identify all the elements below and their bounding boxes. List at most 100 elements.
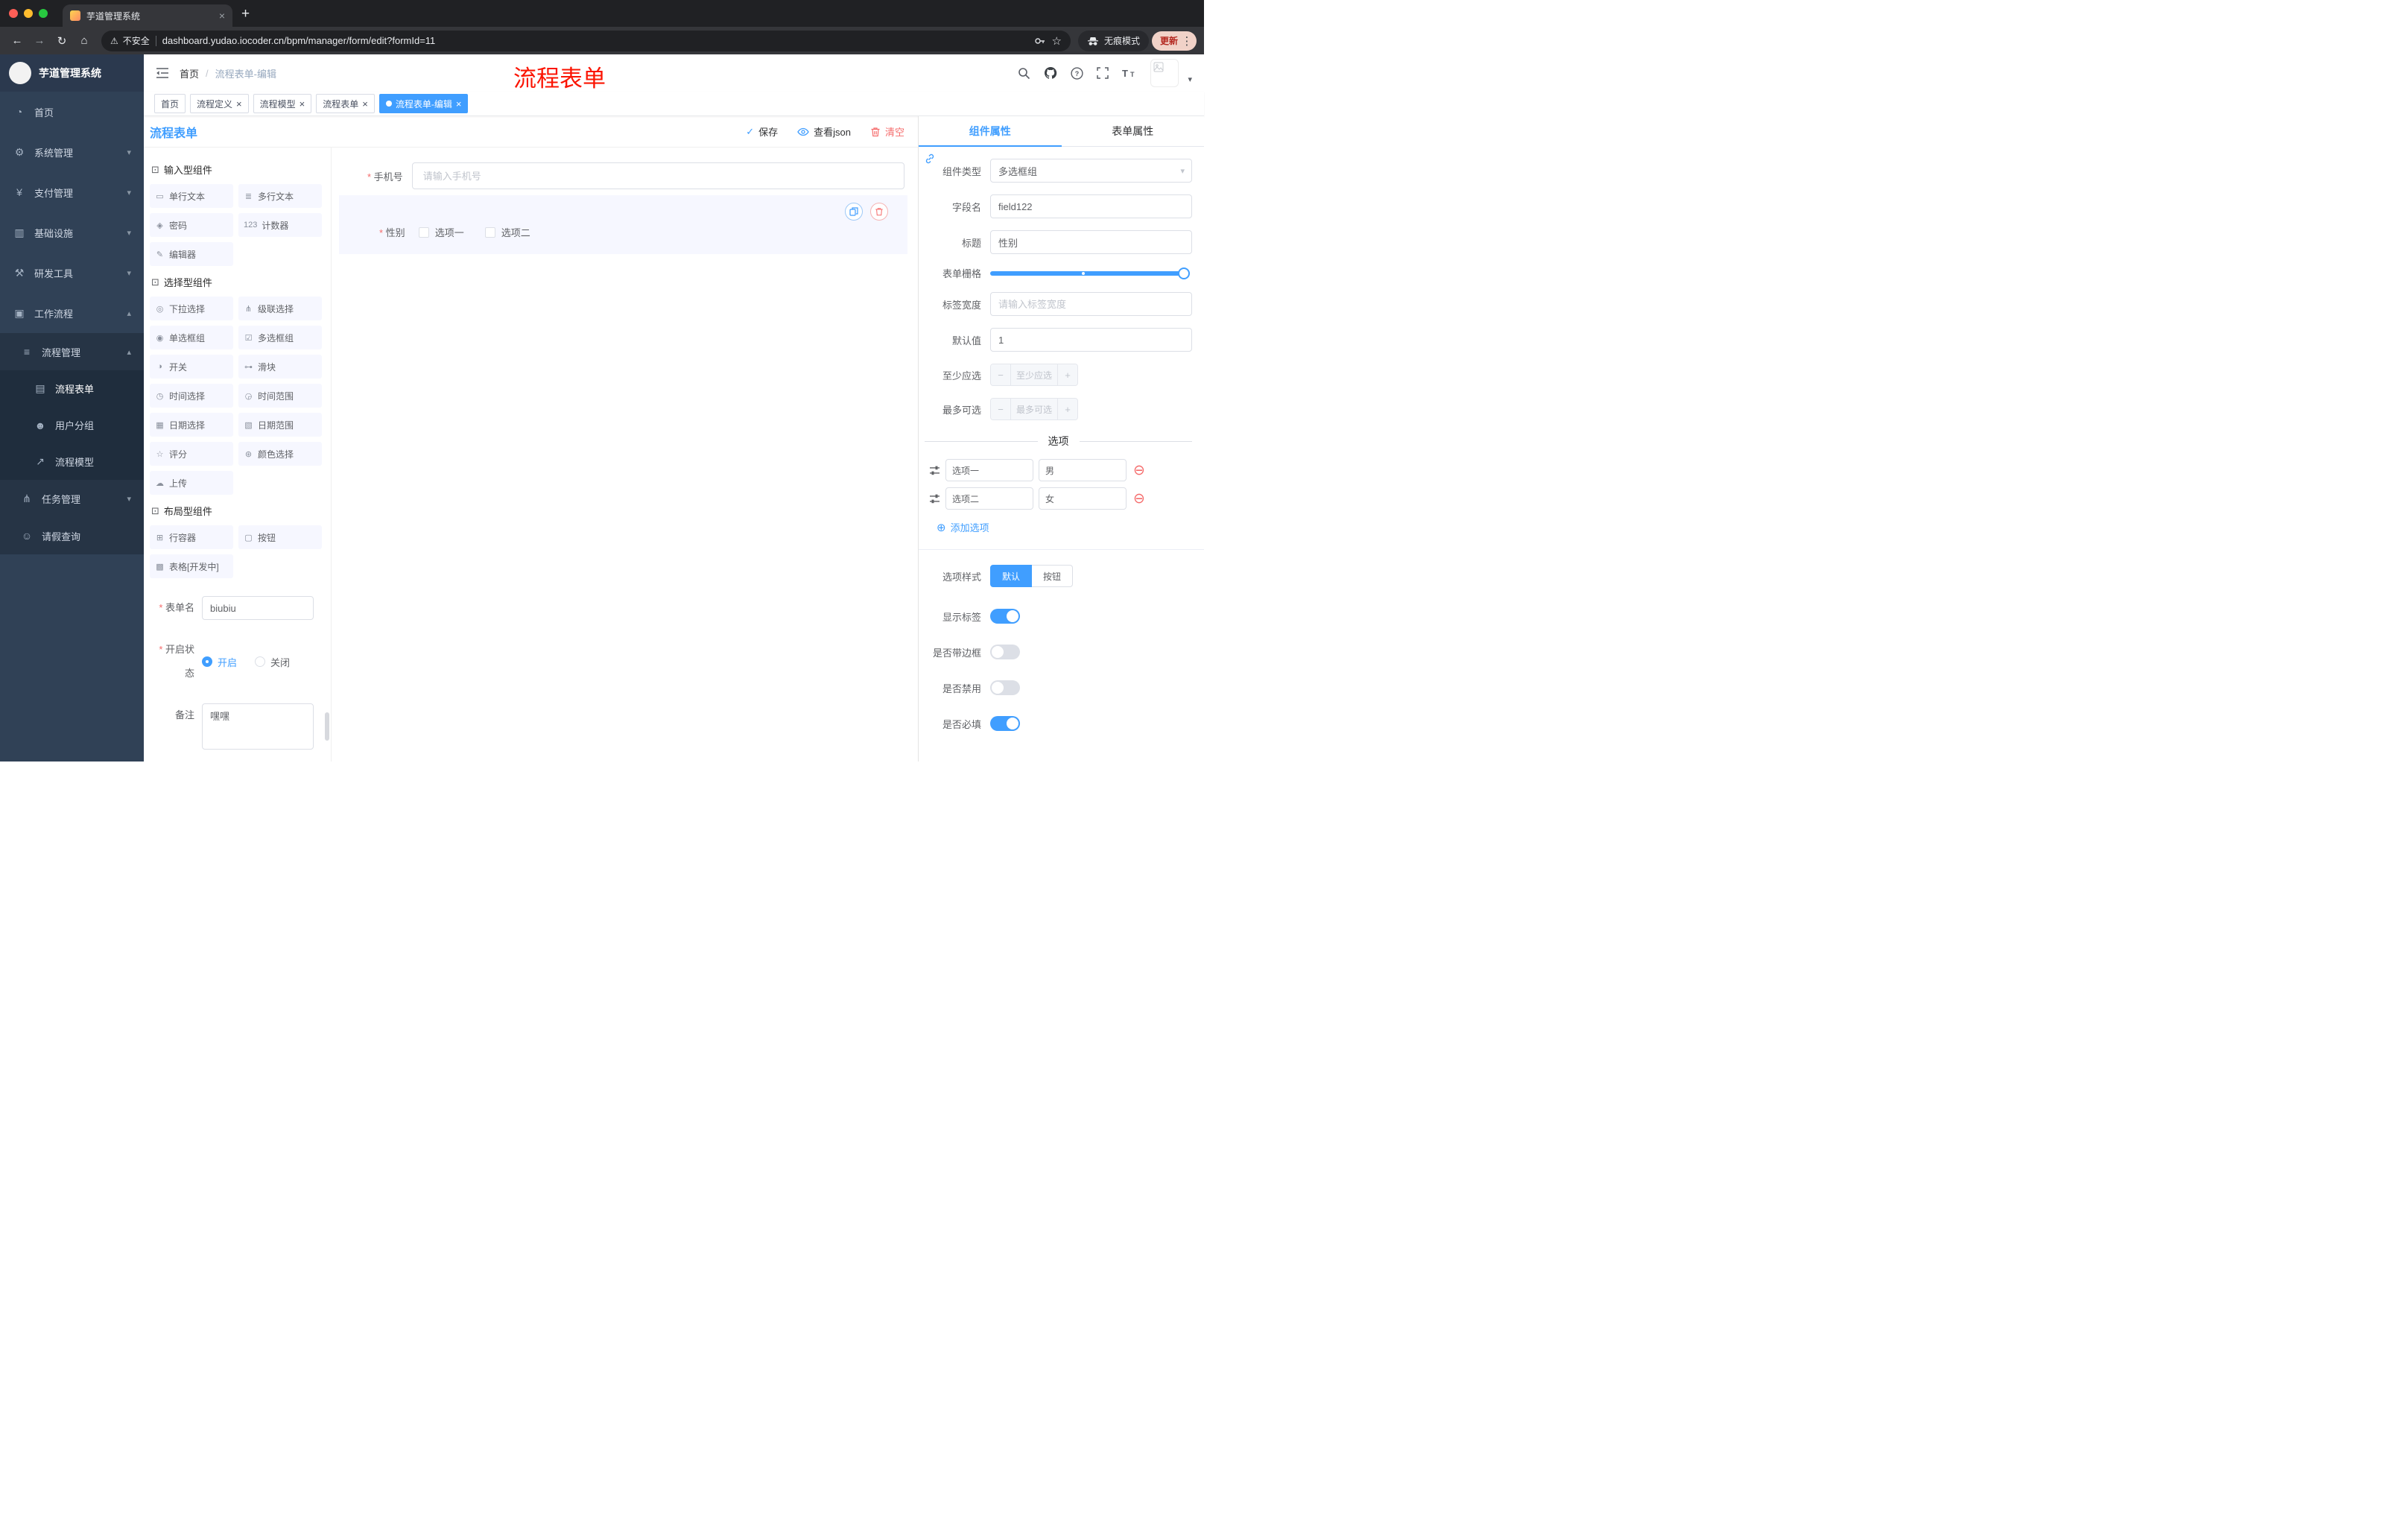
- remove-option-icon[interactable]: ⊖: [1133, 463, 1145, 478]
- save-button[interactable]: ✓ 保存: [746, 124, 778, 139]
- add-option-button[interactable]: ⊕ 添加选项: [937, 520, 1192, 534]
- sidebar-item-payment[interactable]: ¥ 支付管理 ▾: [0, 172, 144, 212]
- default-value-input[interactable]: [990, 328, 1192, 352]
- sidebar-item-infrastructure[interactable]: ▥ 基础设施 ▾: [0, 212, 144, 253]
- show-label-toggle[interactable]: [990, 609, 1020, 624]
- sidebar-item-process-management[interactable]: ≡ 流程管理 ▴: [0, 333, 144, 370]
- window-minimize-button[interactable]: [24, 9, 33, 18]
- reload-button[interactable]: ↻: [52, 31, 72, 51]
- remark-textarea[interactable]: 嘿嘿: [202, 703, 314, 750]
- tag-process-definition[interactable]: 流程定义 ×: [190, 94, 249, 113]
- tag-process-form-edit[interactable]: 流程表单-编辑 ×: [378, 94, 469, 113]
- title-input[interactable]: [990, 230, 1192, 254]
- tab-form-props[interactable]: 表单属性: [1062, 116, 1205, 146]
- drag-handle-icon[interactable]: [929, 465, 940, 476]
- close-icon[interactable]: ×: [456, 98, 462, 110]
- sidebar-item-process-model[interactable]: ↗ 流程模型: [0, 443, 144, 480]
- status-radio-on[interactable]: 开启: [202, 655, 237, 669]
- delete-component-button[interactable]: [870, 203, 888, 221]
- window-close-button[interactable]: [9, 9, 18, 18]
- sidebar-item-devtools[interactable]: ⚒ 研发工具 ▾: [0, 253, 144, 293]
- browser-menu-icon[interactable]: ⋮: [1181, 34, 1193, 48]
- browser-tab[interactable]: 芋道管理系统 ×: [63, 4, 232, 27]
- palette-scrollbar[interactable]: [325, 712, 329, 741]
- new-tab-button[interactable]: +: [241, 6, 250, 22]
- style-button-button[interactable]: 按钮: [1032, 565, 1074, 587]
- palette-item-editor[interactable]: ✎ 编辑器: [150, 242, 233, 266]
- address-bar[interactable]: ⚠ 不安全 dashboard.yudao.iocoder.cn/bpm/man…: [101, 30, 1071, 51]
- gender-option1-checkbox[interactable]: 选项一: [418, 225, 464, 239]
- component-type-select[interactable]: 多选框组 ▾: [990, 159, 1192, 183]
- required-toggle[interactable]: [990, 716, 1020, 731]
- tag-home[interactable]: 首页: [154, 94, 186, 113]
- sidebar-item-system[interactable]: ⚙ 系统管理 ▾: [0, 132, 144, 172]
- home-button[interactable]: ⌂: [75, 31, 94, 51]
- fullscreen-icon[interactable]: [1097, 67, 1109, 79]
- palette-item-color-picker[interactable]: ⊛ 颜色选择: [238, 442, 322, 466]
- clear-button[interactable]: 清空: [870, 124, 904, 139]
- label-width-input[interactable]: [990, 292, 1192, 316]
- palette-item-row-container[interactable]: ⊞ 行容器: [150, 525, 233, 549]
- avatar[interactable]: [1150, 59, 1179, 87]
- slider-handle[interactable]: [1178, 267, 1190, 279]
- option-value-input[interactable]: [1039, 487, 1127, 510]
- palette-item-password[interactable]: ◈ 密码: [150, 213, 233, 237]
- palette-item-checkbox-group[interactable]: ☑ 多选框组: [238, 326, 322, 349]
- palette-item-time-range[interactable]: ◶ 时间范围: [238, 384, 322, 408]
- palette-item-time-picker[interactable]: ◷ 时间选择: [150, 384, 233, 408]
- breadcrumb-home[interactable]: 首页: [180, 66, 199, 80]
- close-icon[interactable]: ×: [362, 98, 368, 110]
- gender-option2-checkbox[interactable]: 选项二: [484, 225, 530, 239]
- status-radio-off[interactable]: 关闭: [255, 655, 290, 669]
- sidebar-item-home[interactable]: ◔ 首页: [0, 92, 144, 132]
- password-key-icon[interactable]: [1033, 34, 1046, 48]
- sidebar-collapse-button[interactable]: [156, 67, 169, 79]
- palette-item-radio-group[interactable]: ◉ 单选框组: [150, 326, 233, 349]
- sidebar-item-leave-query[interactable]: ☺ 请假查询: [0, 517, 144, 554]
- forward-button[interactable]: →: [30, 31, 49, 51]
- palette-item-upload[interactable]: ☁ 上传: [150, 471, 233, 495]
- drag-handle-icon[interactable]: [929, 493, 940, 504]
- minus-button[interactable]: −: [991, 399, 1010, 419]
- avatar-caret-down-icon[interactable]: ▾: [1188, 75, 1192, 84]
- bookmark-star-icon[interactable]: ☆: [1052, 34, 1062, 48]
- palette-item-rating[interactable]: ☆ 评分: [150, 442, 233, 466]
- close-icon[interactable]: ×: [236, 98, 242, 110]
- style-default-button[interactable]: 默认: [990, 565, 1033, 587]
- copy-component-button[interactable]: [845, 203, 863, 221]
- palette-item-date-range[interactable]: ▧ 日期范围: [238, 413, 322, 437]
- option-name-input[interactable]: [945, 487, 1033, 510]
- search-icon[interactable]: [1018, 67, 1030, 80]
- close-icon[interactable]: ×: [300, 98, 305, 110]
- tag-process-model[interactable]: 流程模型 ×: [253, 94, 312, 113]
- tag-process-form[interactable]: 流程表单 ×: [316, 94, 375, 113]
- palette-item-button[interactable]: ▢ 按钮: [238, 525, 322, 549]
- palette-item-table[interactable]: ▩ 表格[开发中]: [150, 554, 233, 578]
- view-json-button[interactable]: 查看json: [797, 124, 851, 139]
- sidebar-item-workflow[interactable]: ▣ 工作流程 ▴: [0, 293, 144, 333]
- form-grid-slider[interactable]: [990, 267, 1190, 279]
- field-name-input[interactable]: [990, 194, 1192, 218]
- tab-close-icon[interactable]: ×: [219, 10, 225, 22]
- tab-component-props[interactable]: 组件属性: [919, 116, 1062, 147]
- palette-item-cascader[interactable]: ⋔ 级联选择: [238, 297, 322, 320]
- font-size-icon[interactable]: TT: [1122, 68, 1137, 78]
- github-icon[interactable]: [1044, 66, 1057, 80]
- plus-button[interactable]: +: [1058, 399, 1077, 419]
- palette-item-counter[interactable]: 123 计数器: [238, 213, 322, 237]
- palette-item-dropdown[interactable]: ◎ 下拉选择: [150, 297, 233, 320]
- option-name-input[interactable]: [945, 459, 1033, 481]
- form-name-input[interactable]: [202, 596, 314, 620]
- sidebar-item-user-group[interactable]: ☻ 用户分组: [0, 407, 144, 443]
- palette-item-switch[interactable]: ◑ 开关: [150, 355, 233, 379]
- gender-field-selected[interactable]: 性别 选项一 选项二: [339, 195, 907, 254]
- sidebar-item-process-form[interactable]: ▤ 流程表单: [0, 370, 144, 407]
- minus-button[interactable]: −: [991, 364, 1010, 385]
- disabled-toggle[interactable]: [990, 680, 1020, 695]
- update-button[interactable]: 更新 ⋮: [1151, 31, 1197, 51]
- help-icon[interactable]: ?: [1071, 66, 1084, 80]
- link-chain-icon[interactable]: [922, 151, 938, 167]
- palette-item-slider[interactable]: ⊶ 滑块: [238, 355, 322, 379]
- option-value-input[interactable]: [1039, 459, 1127, 481]
- border-toggle[interactable]: [990, 645, 1020, 659]
